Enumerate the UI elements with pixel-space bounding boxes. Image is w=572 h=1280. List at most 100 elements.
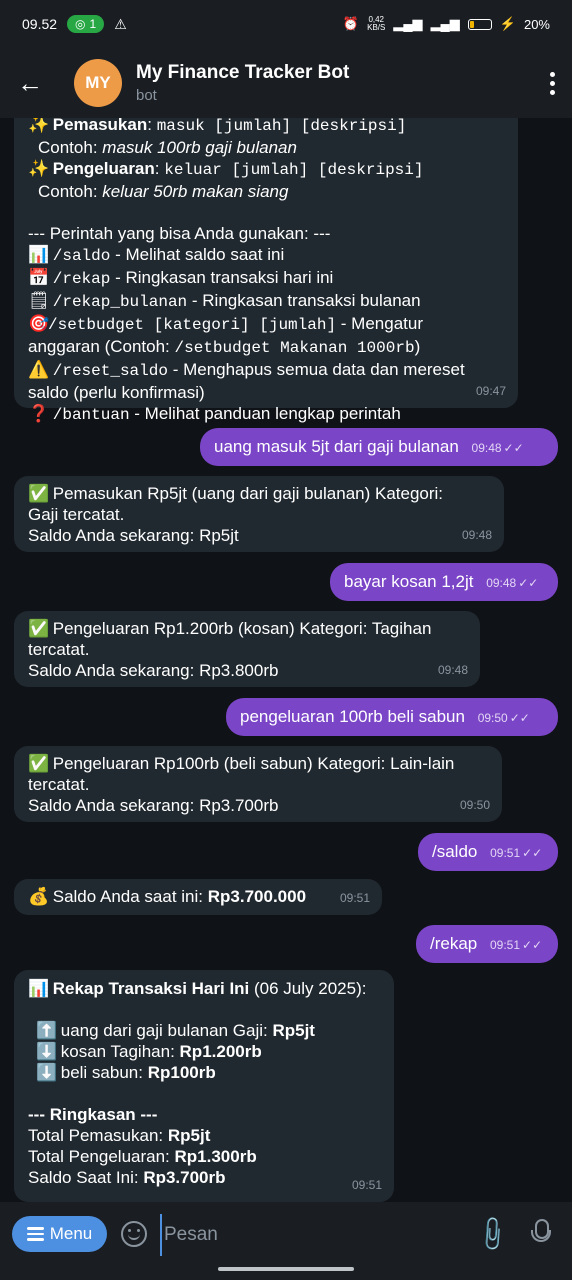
message-time: 09:51 bbox=[490, 846, 521, 860]
help-cmd-reset: ⚠️ /reset_saldo - Menghapus semua data d… bbox=[28, 359, 504, 382]
command-link[interactable]: /reset_saldo bbox=[53, 362, 168, 380]
help-cmd-rekap: 📅 /rekap - Ringkasan transaksi hari ini bbox=[28, 267, 504, 290]
paperclip-icon[interactable]: 📎 bbox=[471, 1214, 513, 1256]
chat-header: ← MY My Finance Tracker Bot bot bbox=[0, 48, 572, 118]
arrow-down-icon: ⬇️ bbox=[36, 1063, 58, 1082]
recap-row: ⬇️ kosan Tagihan: Rp1.200rb bbox=[28, 1041, 380, 1062]
bot-message-recap[interactable]: 📊 Rekap Transaksi Hari Ini (06 July 2025… bbox=[14, 970, 394, 1202]
status-bar: 09.52 ◎ 1 ⚠ ⏰ 0,42 KB/S ▂▄▆ ▂▄▆ ⚡ 20% bbox=[0, 0, 572, 48]
chat-subtitle: bot bbox=[136, 87, 157, 104]
message-time: 09:48 bbox=[461, 528, 492, 542]
sparkles-icon: ✨ bbox=[28, 159, 50, 178]
desc: - Menghapus semua data dan mereset bbox=[172, 360, 465, 379]
desc: - Melihat saldo saat ini bbox=[115, 245, 285, 264]
message-time: 09:51 bbox=[489, 938, 521, 952]
double-check-icon: ✓✓ bbox=[522, 846, 543, 860]
summary-value: Rp3.700rb bbox=[143, 1168, 226, 1187]
chat-title-block[interactable]: My Finance Tracker Bot bot bbox=[136, 62, 532, 104]
bot-message-income[interactable]: ✅ Pemasukan Rp5jt (uang dari gaji bulana… bbox=[14, 476, 504, 552]
summary-label: Saldo Saat Ini: bbox=[28, 1168, 139, 1187]
user-message[interactable]: /saldo 09:51 ✓✓ bbox=[418, 833, 558, 871]
balance-value: Rp3.700.000 bbox=[207, 887, 307, 906]
microphone-icon[interactable] bbox=[531, 1219, 551, 1242]
emoji-icon[interactable] bbox=[121, 1221, 147, 1247]
recap-title-line: 📊 Rekap Transaksi Hari Ini (06 July 2025… bbox=[28, 978, 380, 999]
command: keluar [jumlah] [deskripsi] bbox=[164, 161, 424, 179]
message-input[interactable] bbox=[160, 1214, 466, 1256]
summary-label: Total Pengeluaran: bbox=[28, 1147, 170, 1166]
label: Pemasukan bbox=[52, 118, 148, 134]
desc: - Ringkasan transaksi bulanan bbox=[191, 291, 421, 310]
recap-row: ⬇️ beli sabun: Rp100rb bbox=[28, 1062, 380, 1083]
command-link[interactable]: /setbudget [kategori] [jumlah] bbox=[48, 316, 336, 334]
bot-message-expense[interactable]: ✅ Pengeluaran Rp1.200rb (kosan) Kategori… bbox=[14, 611, 480, 687]
user-message[interactable]: /rekap 09:51 ✓✓ bbox=[416, 925, 558, 963]
menu-label: Menu bbox=[49, 1224, 93, 1243]
message-line: tercatat. bbox=[28, 775, 90, 794]
message-line: Pemasukan Rp5jt (uang dari gaji bulanan)… bbox=[52, 484, 444, 503]
command: masuk [jumlah] [deskripsi] bbox=[156, 118, 407, 135]
recap-title: Rekap Transaksi Hari Ini bbox=[52, 979, 250, 998]
bot-message-expense[interactable]: ✅ Pengeluaran Rp100rb (beli sabun) Kateg… bbox=[14, 746, 502, 822]
money-bag-icon: 💰 bbox=[28, 887, 50, 906]
message-text: uang masuk 5jt dari gaji bulanan bbox=[214, 437, 459, 456]
status-left: 09.52 ◎ 1 ⚠ bbox=[22, 15, 127, 33]
recap-value: Rp1.200rb bbox=[179, 1042, 262, 1061]
more-options-icon[interactable] bbox=[532, 71, 572, 95]
arrow-up-icon: ⬆️ bbox=[36, 1021, 58, 1040]
help-cmd-setbudget: 🎯/setbudget [kategori] [jumlah] - Mengat… bbox=[28, 313, 504, 336]
message-line: tercatat. bbox=[28, 640, 90, 659]
command-link[interactable]: /bantuan bbox=[53, 406, 130, 424]
double-check-icon: ✓✓ bbox=[509, 711, 530, 725]
bot-message-balance[interactable]: 💰 Saldo Anda saat ini: Rp3.700.000 09:51 bbox=[14, 879, 382, 915]
sparkles-icon: ✨ bbox=[28, 118, 50, 134]
hamburger-icon bbox=[26, 1227, 44, 1241]
hotspot-icon: ◎ bbox=[75, 17, 86, 31]
message-line: Pengeluaran Rp1.200rb (kosan) Kategori: … bbox=[52, 619, 432, 638]
double-check-icon: ✓✓ bbox=[518, 576, 539, 590]
battery-percent: 20% bbox=[523, 16, 550, 32]
menu-button[interactable]: Menu bbox=[12, 1216, 107, 1252]
recap-row: ⬆️ uang dari gaji bulanan Gaji: Rp5jt bbox=[28, 1020, 380, 1041]
user-message[interactable]: bayar kosan 1,2jt 09:48 ✓✓ bbox=[330, 563, 558, 601]
command-link[interactable]: /rekap bbox=[53, 270, 111, 288]
message-line: Saldo Anda sekarang: Rp5jt bbox=[28, 526, 239, 545]
question-icon: ❓ bbox=[28, 404, 50, 423]
help-cmd-setbudget-cont: anggaran (Contoh: /setbudget Makanan 100… bbox=[28, 336, 504, 359]
battery-icon bbox=[467, 18, 492, 30]
bot-message-help[interactable]: ✨ Pemasukan: masuk [jumlah] [deskripsi] … bbox=[14, 118, 518, 424]
message-time: 09:51 bbox=[339, 891, 370, 905]
balance-label: Saldo Anda saat ini: bbox=[52, 887, 204, 906]
recap-date: (06 July 2025): bbox=[254, 979, 367, 998]
check-mark-icon: ✅ bbox=[28, 619, 50, 638]
command-example: /setbudget Makanan 1000rb bbox=[174, 339, 415, 357]
message-time: 09:47 bbox=[475, 384, 506, 398]
signal-icon: ▂▄▆ bbox=[393, 16, 423, 31]
command-link[interactable]: /saldo bbox=[53, 247, 111, 265]
check-mark-icon: ✅ bbox=[28, 754, 50, 773]
command-link[interactable]: /rekap_bulanan bbox=[53, 293, 187, 311]
charging-icon: ⚡ bbox=[499, 16, 516, 31]
net-speed-unit: KB/S bbox=[367, 23, 386, 32]
message-line: Saldo Anda sekarang: Rp3.800rb bbox=[28, 661, 279, 680]
message-text: bayar kosan 1,2jt bbox=[344, 572, 474, 591]
help-line-income-example: Contoh: masuk 100rb gaji bulanan bbox=[28, 137, 504, 158]
summary-row: Total Pemasukan: Rp5jt bbox=[28, 1125, 380, 1146]
signal-icon-2: ▂▄▆ bbox=[430, 16, 460, 31]
warning-icon: ⚠️ bbox=[28, 360, 50, 379]
avatar[interactable]: MY bbox=[74, 59, 122, 107]
help-cmd-saldo: 📊 /saldo - Melihat saldo saat ini bbox=[28, 244, 504, 267]
help-cmd-bantuan: ❓ /bantuan - Melihat panduan lengkap per… bbox=[28, 403, 504, 426]
gesture-bar[interactable] bbox=[218, 1267, 354, 1271]
user-message[interactable]: pengeluaran 100rb beli sabun 09:50 ✓✓ bbox=[226, 698, 558, 736]
message-text: pengeluaran 100rb beli sabun bbox=[240, 707, 465, 726]
help-line-income: ✨ Pemasukan: masuk [jumlah] [deskripsi] bbox=[28, 118, 504, 137]
chat-area[interactable]: ✨ Pemasukan: masuk [jumlah] [deskripsi] … bbox=[0, 118, 572, 1202]
bar-chart-icon: 📊 bbox=[28, 245, 50, 264]
desc-end: ) bbox=[414, 337, 421, 356]
back-arrow-icon[interactable]: ← bbox=[0, 68, 60, 99]
bar-chart-icon: 📊 bbox=[28, 979, 50, 998]
user-message[interactable]: uang masuk 5jt dari gaji bulanan 09:48 ✓✓ bbox=[200, 428, 558, 466]
recap-value: Rp5jt bbox=[272, 1021, 315, 1040]
summary-value: Rp5jt bbox=[167, 1126, 211, 1145]
